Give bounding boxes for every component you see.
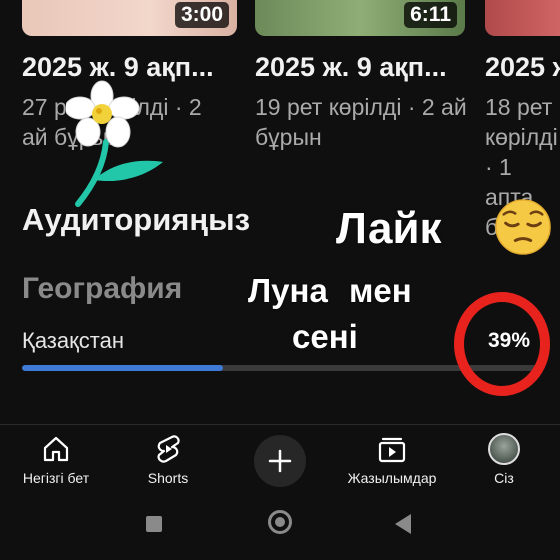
flower-sticker-icon	[66, 80, 163, 207]
video-title[interactable]: 2025 ж. 9 ақп...	[22, 52, 237, 83]
nav-shorts[interactable]: Shorts	[118, 425, 218, 497]
home-icon	[43, 436, 69, 462]
bottom-navigation: Негізгі бет Shorts Жазылымдар Сіз	[0, 424, 560, 497]
video-thumbnail-3[interactable]	[485, 0, 560, 36]
shorts-icon	[157, 435, 180, 463]
nav-home-label: Негізгі бет	[22, 470, 90, 486]
home-circle-icon[interactable]	[268, 510, 292, 534]
country-progress-fill	[22, 365, 223, 371]
video-meta: 19 рет көрілді · 2 ай бұрын	[255, 94, 467, 150]
geography-label: География	[22, 272, 183, 305]
pensive-face-icon	[495, 199, 551, 255]
nav-shorts-label: Shorts	[147, 470, 189, 486]
video-duration: 6:11	[404, 2, 457, 28]
video-title[interactable]: 2025 ж	[485, 52, 560, 83]
nav-subscriptions[interactable]: Жазылымдар	[336, 425, 448, 497]
country-label: Қазақстан	[22, 328, 124, 353]
plus-icon	[268, 449, 292, 473]
video-title[interactable]: 2025 ж. 9 ақп...	[255, 52, 470, 83]
overlay-text-luna: Луна мен	[248, 272, 412, 309]
audience-heading: Аудиторияңыз	[22, 202, 250, 237]
subscriptions-icon	[378, 437, 406, 463]
nav-you-label: Сіз	[494, 470, 514, 486]
red-circle-annotation	[454, 292, 550, 396]
back-icon[interactable]	[395, 514, 411, 534]
recents-icon[interactable]	[146, 516, 162, 532]
video-duration: 3:00	[174, 2, 229, 28]
system-navigation-bar	[0, 496, 560, 560]
video-thumbnail-2[interactable]: 6:11	[255, 0, 465, 36]
nav-you[interactable]: Сіз	[464, 425, 544, 497]
create-button[interactable]	[254, 435, 306, 487]
nav-home[interactable]: Негізгі бет	[6, 425, 106, 497]
overlay-text-like: Лайк	[336, 204, 442, 253]
avatar	[488, 433, 520, 465]
video-thumbnail-1[interactable]: 3:00	[22, 0, 237, 36]
overlay-text-seni: сені	[292, 318, 358, 355]
nav-subscriptions-label: Жазылымдар	[347, 470, 437, 486]
